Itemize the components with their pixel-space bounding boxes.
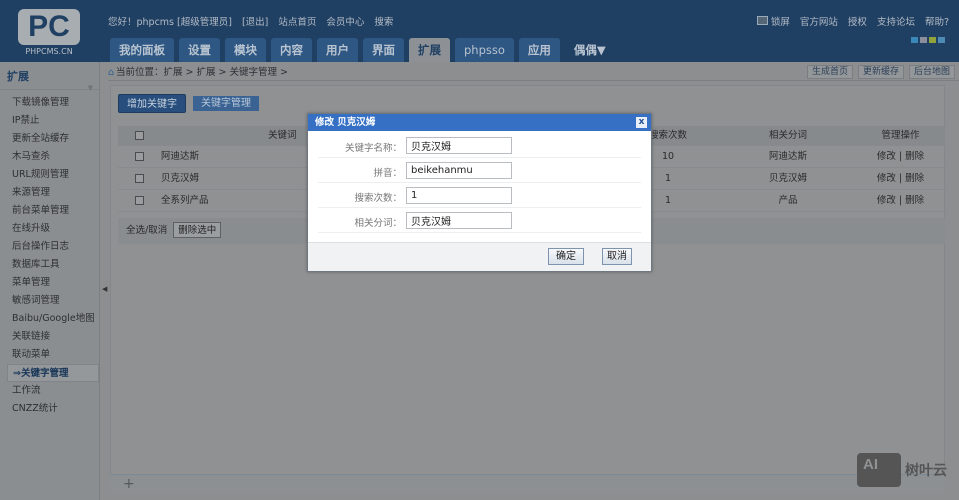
row-actions[interactable]: 修改 | 删除	[858, 190, 943, 212]
collapse-sidebar-icon[interactable]: ◀	[102, 285, 107, 293]
sidebar-item[interactable]: 来源管理	[0, 184, 99, 202]
sidebar-item[interactable]: 关联链接	[0, 328, 99, 346]
site-home-link[interactable]: 站点首页	[278, 14, 316, 28]
row-actions[interactable]: 修改 | 删除	[858, 146, 943, 168]
official-site-link[interactable]: 官方网站	[800, 14, 838, 28]
pinyin-label: 拼音：	[373, 168, 402, 179]
sidebar-item[interactable]: 数据库工具	[0, 256, 99, 274]
row-actions[interactable]: 修改 | 删除	[858, 168, 943, 190]
admin-map-button[interactable]: 后台地图	[908, 65, 955, 79]
home-icon: ⌂	[108, 67, 115, 78]
watermark: AI 树叶云	[857, 453, 947, 487]
forum-link[interactable]: 支持论坛	[877, 14, 915, 28]
tab-modules[interactable]: 模块	[225, 38, 266, 62]
sidebar-item[interactable]: 木马查杀	[0, 148, 99, 166]
help-link[interactable]: 帮助?	[925, 14, 949, 28]
tab-interface[interactable]: 界面	[363, 38, 404, 62]
tab-users[interactable]: 用户	[317, 38, 358, 62]
sidebar-item[interactable]: Baibu/Google地图	[0, 310, 99, 328]
lock-screen-link[interactable]: 锁屏	[756, 14, 790, 28]
row-checkbox[interactable]	[135, 196, 144, 205]
theme-swatch[interactable]	[938, 37, 945, 43]
sidebar-item[interactable]: 下载镜像管理	[0, 94, 99, 112]
breadcrumb: ⌂ 当前位置：扩展 > 扩展 > 关键字管理 > 生成首页 更新缓存 后台地图	[108, 64, 959, 81]
search-count-label: 搜索次数：	[354, 193, 402, 204]
tab-apps[interactable]: 应用	[518, 38, 560, 62]
keyword-manage-button[interactable]: 关键字管理	[193, 96, 259, 111]
chevron-down-icon: ▼	[87, 84, 93, 92]
top-links: 您好！phpcms [超级管理员] [退出] 站点首页 会员中心 搜索	[108, 14, 393, 28]
greeting: 您好！phpcms [超级管理员]	[108, 17, 232, 28]
tab-panel[interactable]: 我的面板	[110, 38, 174, 62]
logo[interactable]: PC PHPCMS.CN	[16, 9, 82, 59]
monitor-icon	[756, 16, 768, 25]
sidebar-item[interactable]: 在线升级	[0, 220, 99, 238]
pinyin-input[interactable]	[406, 162, 512, 179]
related-words-label: 相关分词：	[354, 218, 402, 229]
row-checkbox[interactable]	[135, 174, 144, 183]
watermark-logo-icon: AI	[857, 453, 901, 487]
header: PC PHPCMS.CN 您好！phpcms [超级管理员] [退出] 站点首页…	[0, 0, 959, 62]
member-center-link[interactable]: 会员中心	[326, 14, 364, 28]
search-count-input[interactable]	[406, 187, 512, 204]
sidebar-item[interactable]: 工作流	[0, 382, 99, 400]
select-all-toggle[interactable]: 全选/取消	[126, 225, 167, 236]
keyword-name-input[interactable]	[406, 137, 512, 154]
theme-swatches	[911, 37, 945, 43]
select-all-checkbox[interactable]	[135, 131, 144, 140]
tab-settings[interactable]: 设置	[179, 38, 220, 62]
main-tabs: 我的面板 设置 模块 内容 用户 界面 扩展 phpsso 应用 偶偶▼	[110, 38, 615, 62]
sidebar-item[interactable]: 联动菜单	[0, 346, 99, 364]
sidebar-item[interactable]: 更新全站缓存	[0, 130, 99, 148]
related-words-input[interactable]	[406, 212, 512, 229]
theme-swatch[interactable]	[920, 37, 927, 43]
theme-swatch[interactable]	[911, 37, 918, 43]
sidebar-title[interactable]: 扩展 ▼	[0, 62, 99, 92]
sidebar-item[interactable]: 后台操作日志	[0, 238, 99, 256]
add-keyword-button[interactable]: 增加关键字	[118, 94, 186, 113]
generate-home-button[interactable]: 生成首页	[806, 65, 853, 79]
edit-keyword-dialog: 修改 贝克汉姆 x 关键字名称： 拼音： 搜索次数： 相关分词： 确定 取消	[307, 113, 652, 272]
dialog-title: 修改 贝克汉姆	[308, 114, 651, 131]
sidebar: 扩展 ▼ 下载镜像管理 IP禁止 更新全站缓存 木马查杀 URL规则管理 来源管理…	[0, 62, 100, 500]
sidebar-item[interactable]: 前台菜单管理	[0, 202, 99, 220]
tab-phpsso[interactable]: phpsso	[455, 38, 514, 62]
tab-extensions[interactable]: 扩展	[409, 38, 450, 62]
keyword-name-label: 关键字名称：	[344, 143, 402, 154]
sidebar-item[interactable]: IP禁止	[0, 112, 99, 130]
logout-link[interactable]: [退出]	[242, 14, 268, 28]
sidebar-item[interactable]: 敏感词管理	[0, 292, 99, 310]
license-link[interactable]: 授权	[848, 14, 867, 28]
plus-icon[interactable]: +	[123, 476, 135, 492]
sidebar-item-keyword-manage[interactable]: ⇒关键字管理	[7, 364, 99, 382]
search-link[interactable]: 搜索	[374, 14, 393, 28]
delete-selected-button[interactable]: 删除选中	[173, 222, 222, 238]
ok-button[interactable]: 确定	[548, 248, 584, 265]
row-checkbox[interactable]	[135, 152, 144, 161]
sidebar-item[interactable]: URL规则管理	[0, 166, 99, 184]
cancel-button[interactable]: 取消	[602, 248, 632, 265]
sidebar-item[interactable]: 菜单管理	[0, 274, 99, 292]
right-links: 锁屏 官方网站 授权 支持论坛 帮助?	[756, 14, 949, 28]
tab-more[interactable]: 偶偶▼	[565, 38, 615, 62]
sidebar-item[interactable]: CNZZ统计	[0, 400, 99, 418]
close-icon[interactable]: x	[636, 117, 647, 128]
footer-bar: +	[110, 474, 945, 494]
tab-content[interactable]: 内容	[271, 38, 312, 62]
theme-swatch[interactable]	[929, 37, 936, 43]
update-cache-button[interactable]: 更新缓存	[857, 65, 904, 79]
